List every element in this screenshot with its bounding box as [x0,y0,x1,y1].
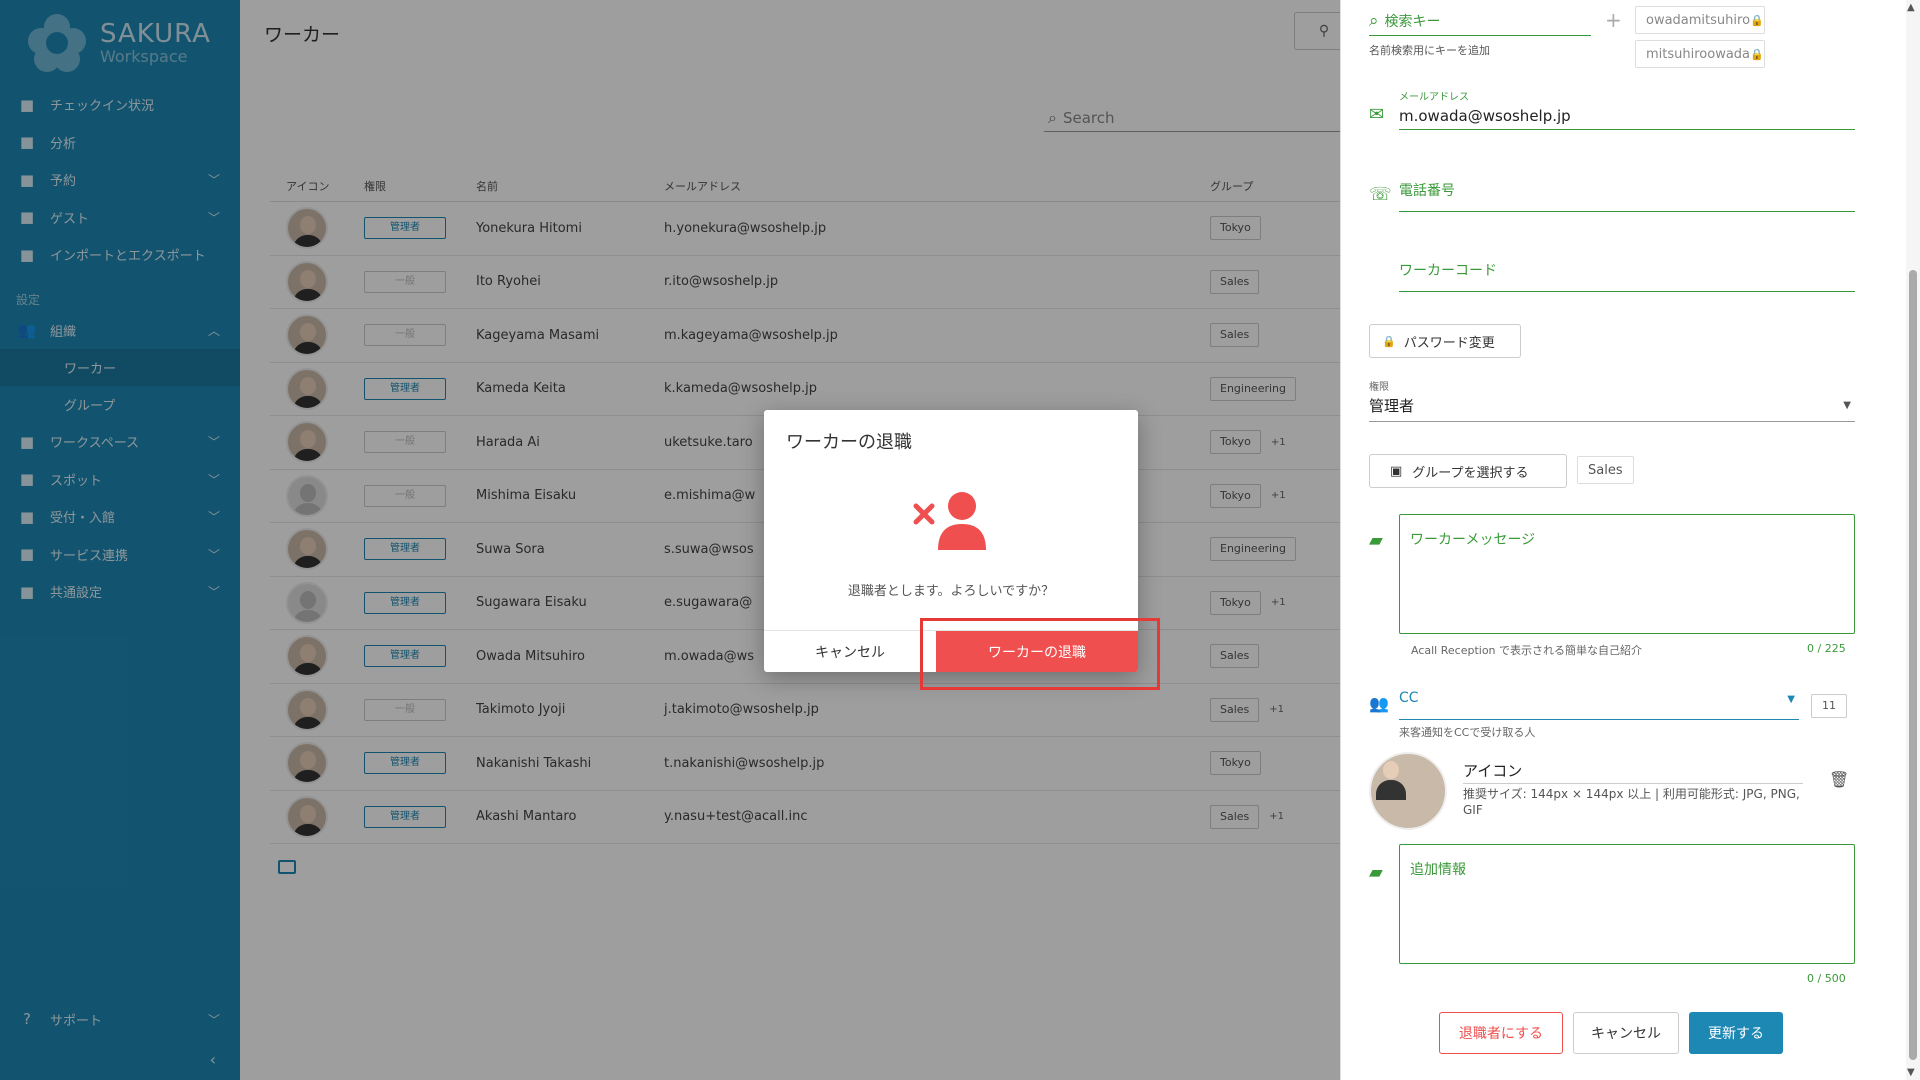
chip-label: mitsuhiroowada [1646,46,1751,62]
search-key-chip: mitsuhiroowada 🔒 [1635,40,1765,68]
email-field[interactable]: メールアドレス m.owada@wsoshelp.jp [1399,88,1855,130]
worker-message-help: Acall Reception で表示される簡単な自己紹介 [1411,644,1643,657]
cc-select[interactable]: CC ▼ [1399,690,1799,720]
cc-count-badge: 11 [1811,694,1847,718]
dropdown-arrow-icon: ▼ [1787,694,1795,705]
phone-icon: ☏ [1369,184,1392,205]
icon-label: アイコン [1463,760,1803,784]
phone-label: 電話番号 [1399,183,1455,199]
cancel-button[interactable]: キャンセル [1573,1012,1679,1054]
people-icon: 👥 [1369,694,1389,713]
select-group-label: グループを選択する [1412,465,1529,481]
update-button[interactable]: 更新する [1689,1012,1783,1054]
update-button-label: 更新する [1708,1026,1764,1042]
change-password-button[interactable]: 🔒 パスワード変更 [1369,324,1521,358]
group-select-icon: ▣ [1390,463,1403,479]
dialog-title: ワーカーの退職 [786,432,912,453]
email-label: メールアドレス [1399,92,1469,103]
role-value: 管理者 [1369,397,1415,415]
highlight-box [920,618,1160,690]
worker-edit-panel: ⌕ 検索キー + 名前検索用にキーを追加 owadamitsuhiro 🔒 mit… [1340,0,1906,1080]
worker-message-placeholder: ワーカーメッセージ [1410,532,1536,548]
role-select[interactable]: 権限 管理者 ▼ [1369,378,1855,422]
dialog-cancel-button[interactable]: キャンセル [764,631,936,672]
phone-field[interactable]: 電話番号 [1399,180,1855,212]
modal-backdrop[interactable] [0,0,1340,1080]
select-group-button[interactable]: ▣ グループを選択する [1369,454,1567,488]
remove-user-icon [913,492,986,550]
worker-code-label: ワーカーコード [1399,263,1497,279]
role-label: 権限 [1369,382,1389,393]
cc-help: 来客通知をCCで受け取る人 [1399,726,1536,739]
worker-avatar[interactable] [1369,752,1447,830]
additional-info-textarea[interactable]: 追加情報 [1399,844,1855,964]
add-key-icon[interactable]: + [1605,8,1622,32]
message-icon: ▰ [1369,530,1383,551]
lock-icon: 🔒 [1382,334,1396,348]
chip-label: Sales [1588,462,1623,478]
cancel-button-label: キャンセル [1591,1026,1661,1042]
search-icon: ⌕ [1369,10,1379,31]
worker-code-field[interactable]: ワーカーコード [1399,260,1855,292]
retire-button[interactable]: 退職者にする [1439,1012,1563,1054]
additional-info-placeholder: 追加情報 [1410,862,1466,878]
mail-icon: ✉ [1369,104,1385,125]
lock-icon: 🔒 [1750,13,1764,27]
search-key-label: 検索キー [1384,13,1441,30]
scroll-down-icon[interactable]: ▼ [1907,1067,1915,1078]
search-key-chip: owadamitsuhiro 🔒 [1635,6,1765,34]
message-icon: ▰ [1369,862,1383,883]
additional-info-count: 0 / 500 [1807,972,1846,985]
cc-label: CC [1399,690,1419,706]
lock-icon: 🔒 [1750,47,1764,61]
chip-label: owadamitsuhiro [1646,12,1751,28]
email-value: m.owada@wsoshelp.jp [1399,107,1571,125]
scrollbar-thumb[interactable] [1909,270,1917,1060]
dialog-message: 退職者とします。よろしいですか？ [847,584,1055,599]
search-key-input[interactable]: ⌕ 検索キー [1369,6,1591,36]
dropdown-arrow-icon: ▼ [1843,400,1851,411]
group-chip: Sales [1577,456,1634,484]
icon-help: 推奨サイズ: 144px × 144px 以上 | 利用可能形式: JPG, P… [1463,787,1800,818]
search-key-help: 名前検索用にキーを追加 [1369,44,1490,57]
trash-icon[interactable]: 🗑 [1829,770,1849,789]
worker-message-textarea[interactable]: ワーカーメッセージ [1399,514,1855,634]
panel-scrollbar[interactable]: ▲ ▼ [1906,0,1920,1080]
change-password-label: パスワード変更 [1403,335,1495,351]
retire-button-label: 退職者にする [1458,1026,1544,1042]
worker-message-count: 0 / 225 [1807,642,1846,655]
scroll-up-icon[interactable]: ▲ [1907,2,1915,13]
dialog-cancel-label: キャンセル [815,644,885,661]
